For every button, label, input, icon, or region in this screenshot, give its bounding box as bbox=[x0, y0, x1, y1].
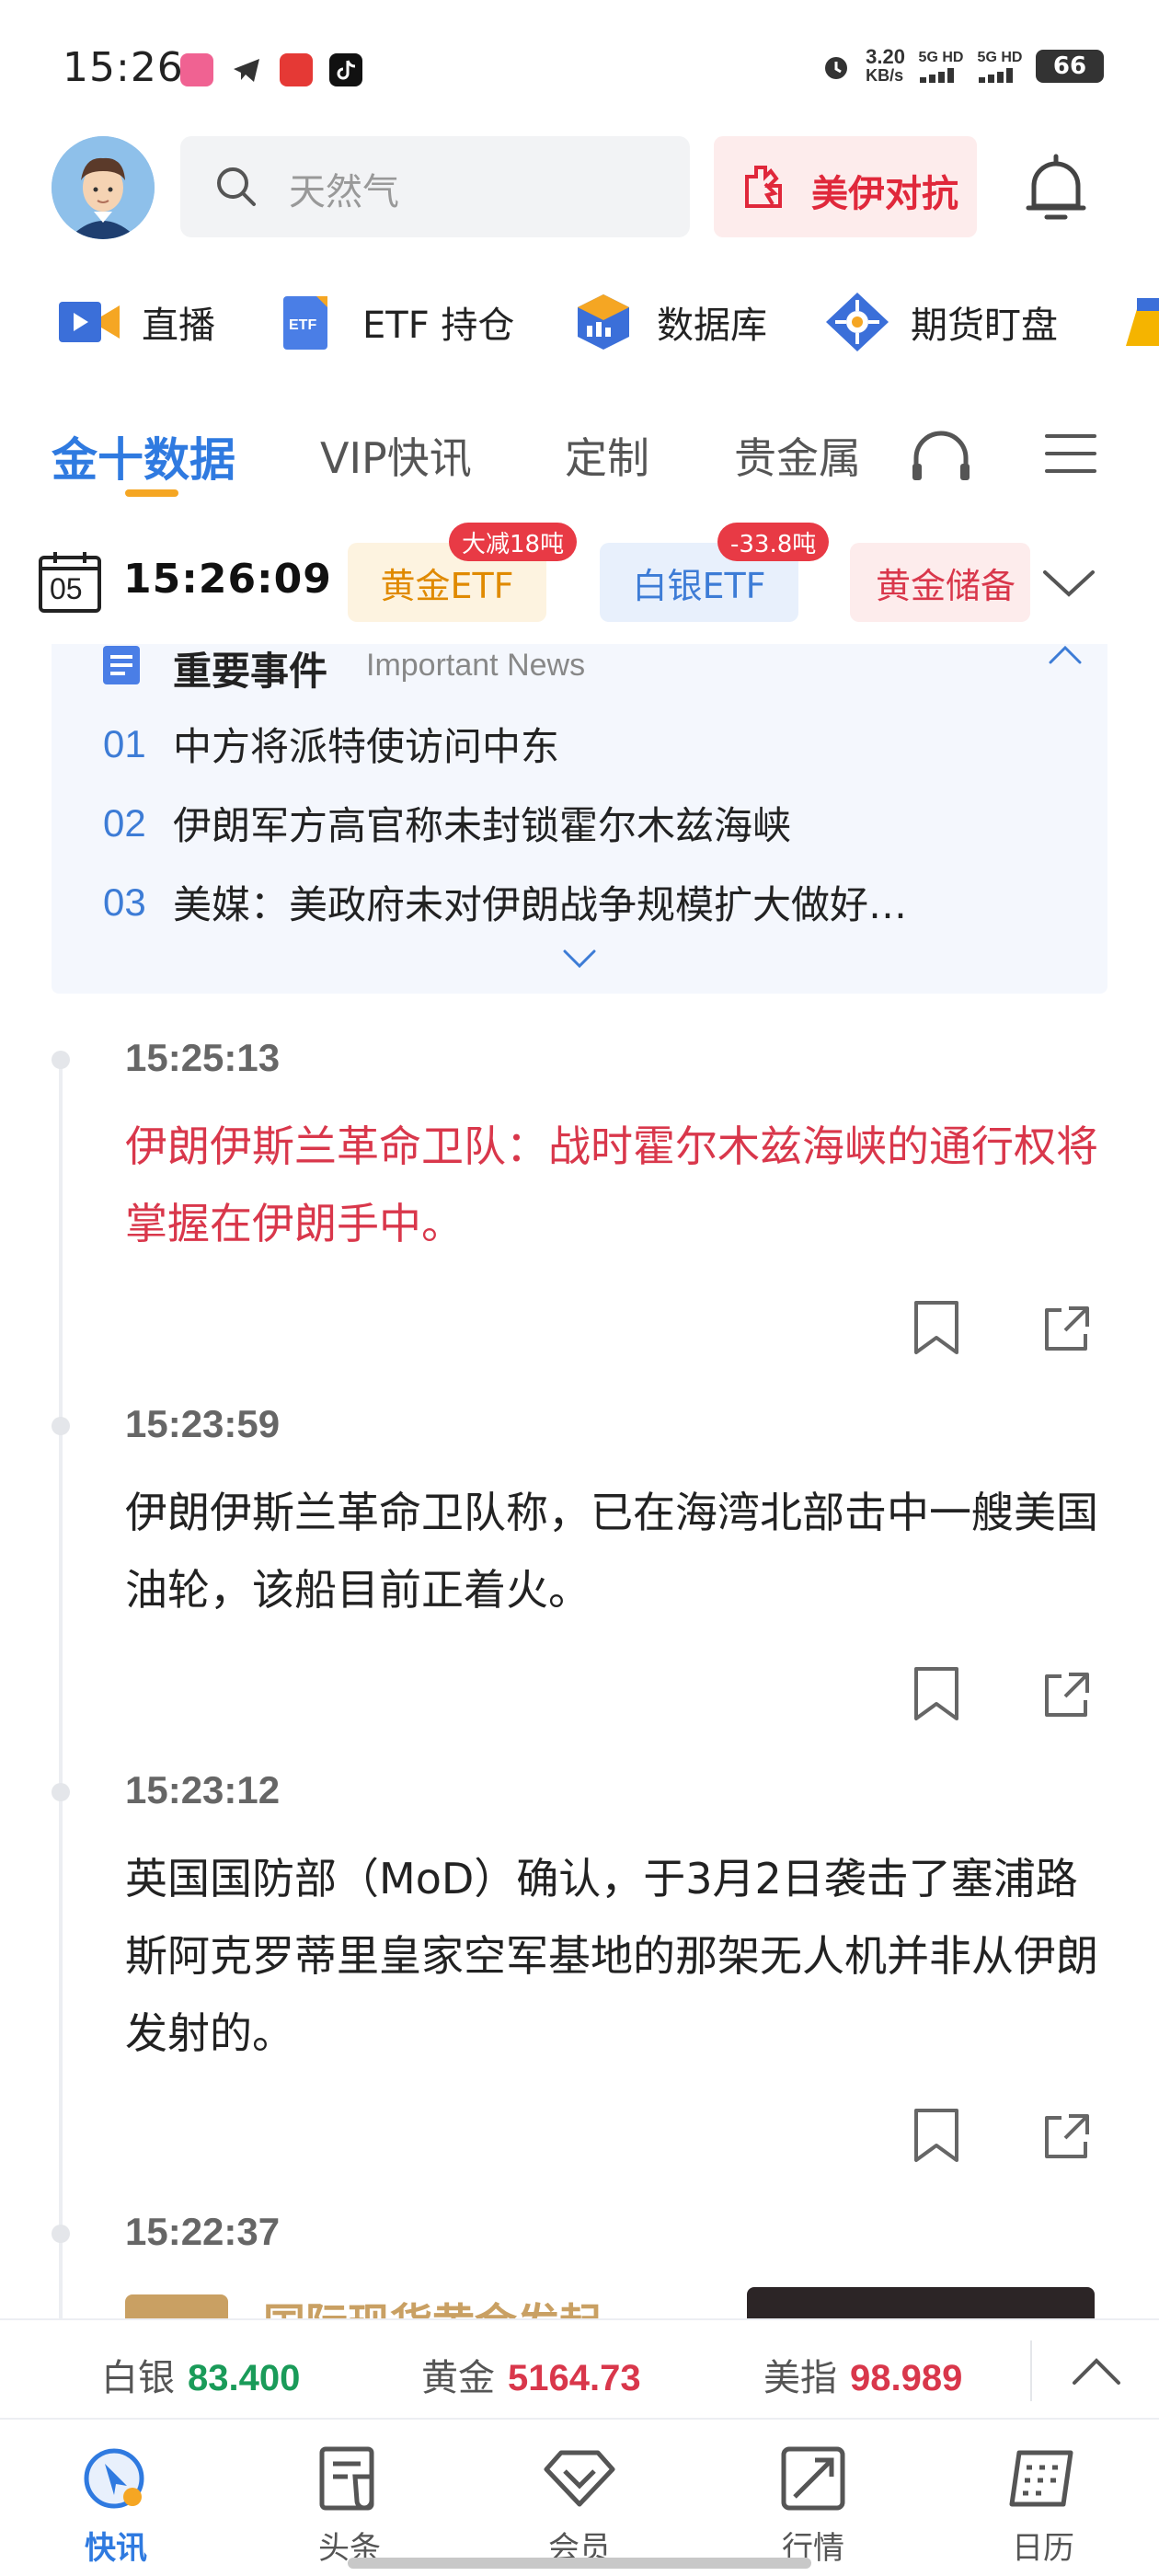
quick-entry-etf[interactable]: ETF ETF 持仓 bbox=[276, 291, 514, 353]
bottom-nav: 快讯 头条 会员 行情 日历 bbox=[0, 2421, 1159, 2576]
futures-icon bbox=[826, 293, 889, 351]
fist-icon bbox=[745, 166, 782, 208]
bell-icon[interactable] bbox=[1021, 149, 1091, 226]
bookmark-icon[interactable] bbox=[911, 2107, 962, 2164]
video-icon bbox=[59, 302, 120, 342]
vip-badge bbox=[125, 2294, 228, 2318]
database-icon bbox=[578, 294, 629, 350]
status-bar: 15:26 3.20 KB/s 5G HD 5G HD 66 bbox=[0, 0, 1159, 129]
signal-bars-icon bbox=[979, 68, 1013, 83]
timeline-dot bbox=[52, 1417, 70, 1435]
bookmark-icon[interactable] bbox=[911, 1665, 962, 1722]
ticker-divider bbox=[1030, 2340, 1032, 2401]
gold-etf-badge: 大减18吨 bbox=[449, 523, 578, 561]
chevron-down-icon[interactable] bbox=[559, 944, 600, 972]
news-text: 国际现货黄金发起 bbox=[263, 2291, 602, 2318]
important-news-item[interactable]: 01 中方将派特使访问中东 bbox=[103, 716, 559, 772]
headline-icon bbox=[319, 2446, 374, 2511]
gold-reserve-pill[interactable]: 黄金储备 bbox=[850, 543, 1030, 622]
signal-1: 5G HD bbox=[918, 50, 964, 83]
vip-news-preview[interactable]: 国际现货黄金发起 bbox=[125, 2285, 1095, 2318]
silver-etf-badge: -33.8吨 bbox=[717, 523, 830, 561]
signal-2: 5G HD bbox=[977, 50, 1023, 83]
news-time: 15:23:59 bbox=[125, 1402, 281, 1445]
calendar-day-icon[interactable]: 05 bbox=[37, 548, 103, 615]
member-icon bbox=[544, 2450, 615, 2507]
alarm-icon bbox=[825, 57, 848, 79]
news-time: 15:23:12 bbox=[125, 1768, 281, 1811]
quick-entries: 直播 ETF ETF 持仓 数据库 期货盯盘 bbox=[0, 276, 1159, 368]
important-news-item[interactable]: 02 伊朗军方高官称未封锁霍尔木兹海峡 bbox=[103, 795, 791, 851]
search-placeholder: 天然气 bbox=[289, 171, 399, 213]
data-bar: 05 15:26:09 黄金ETF 大减18吨 白银ETF -33.8吨 黄金储… bbox=[0, 523, 1159, 638]
tiktok-icon bbox=[329, 53, 362, 86]
timeline-dot bbox=[52, 1051, 70, 1069]
timeline-line bbox=[59, 1058, 63, 2318]
share-icon[interactable] bbox=[1041, 2110, 1093, 2162]
promo-label: 美伊对抗 bbox=[811, 173, 958, 215]
menu-icon[interactable] bbox=[1043, 431, 1098, 477]
news-text[interactable]: 英国国防部（MoD）确认，于3月2日袭击了塞浦路斯阿克罗蒂里皇家空军基地的那架无… bbox=[125, 1840, 1109, 2072]
active-tab-indicator bbox=[125, 489, 178, 497]
news-text[interactable]: 伊朗伊斯兰革命卫队称，已在海湾北部击中一艘美国油轮，该船目前正着火。 bbox=[125, 1474, 1109, 1628]
share-icon[interactable] bbox=[1041, 1669, 1093, 1720]
signal-bars-icon bbox=[920, 68, 954, 83]
calendar-icon bbox=[1009, 2450, 1073, 2507]
app-icon-pink bbox=[180, 53, 213, 86]
calendar-day: 05 bbox=[50, 572, 83, 605]
promo-button[interactable]: 美伊对抗 bbox=[714, 136, 977, 237]
important-news-panel: 重要事件 Important News 01 中方将派特使访问中东 02 伊朗军… bbox=[52, 644, 1107, 994]
important-news-item[interactable]: 03 美媒：美政府未对伊朗战争规模扩大做好… bbox=[103, 874, 907, 930]
tab-custom[interactable]: 定制 bbox=[565, 425, 649, 486]
search-bar[interactable]: 天然气 bbox=[180, 136, 690, 237]
quick-entry-futures[interactable]: 期货盯盘 bbox=[824, 291, 1058, 353]
svg-text:ETF: ETF bbox=[289, 317, 316, 333]
status-indicators: 3.20 KB/s 5G HD 5G HD 66 bbox=[820, 45, 1104, 86]
price-ticker: 白银 83.400 黄金 5164.73 美指 98.989 bbox=[0, 2318, 1159, 2420]
telegram-icon bbox=[230, 53, 263, 86]
timeline-dot bbox=[52, 1783, 70, 1801]
quick-entry-database[interactable]: 数据库 bbox=[570, 291, 767, 353]
home-indicator[interactable] bbox=[348, 2558, 811, 2569]
news-thumbnail bbox=[747, 2287, 1095, 2318]
search-icon bbox=[217, 167, 256, 206]
app-icon-red bbox=[280, 53, 313, 86]
battery-indicator: 66 bbox=[1036, 50, 1104, 83]
ticker-gold[interactable]: 黄金 5164.73 bbox=[421, 2348, 641, 2401]
news-list-icon bbox=[103, 646, 140, 684]
tab-vip-flash[interactable]: VIP快讯 bbox=[320, 425, 472, 486]
quick-entry-more[interactable] bbox=[1122, 291, 1159, 353]
tab-precious-metals[interactable]: 贵金属 bbox=[734, 425, 861, 486]
nav-headlines[interactable]: 头条 bbox=[276, 2440, 423, 2568]
chevron-up-icon[interactable] bbox=[1071, 2355, 1122, 2386]
nav-market[interactable]: 行情 bbox=[740, 2440, 887, 2568]
status-time: 15:26 bbox=[63, 44, 184, 91]
news-text[interactable]: 伊朗伊斯兰革命卫队：战时霍尔木兹海峡的通行权将掌握在伊朗手中。 bbox=[125, 1108, 1109, 1262]
net-speed: 3.20 KB/s bbox=[866, 45, 905, 86]
timeline-dot bbox=[52, 2225, 70, 2243]
quick-entry-live[interactable]: 直播 bbox=[55, 291, 215, 353]
data-time: 15:26:09 bbox=[123, 556, 332, 603]
nav-flash-news[interactable]: 快讯 bbox=[42, 2440, 189, 2568]
gold-bar-icon bbox=[1126, 298, 1159, 346]
nav-membership[interactable]: 会员 bbox=[506, 2440, 653, 2568]
nav-calendar[interactable]: 日历 bbox=[970, 2440, 1117, 2568]
bookmark-icon[interactable] bbox=[911, 1299, 962, 1356]
avatar-icon bbox=[52, 136, 155, 239]
ticker-usd-index[interactable]: 美指 98.989 bbox=[763, 2348, 962, 2401]
ticker-silver[interactable]: 白银 83.400 bbox=[101, 2348, 300, 2401]
news-time: 15:22:37 bbox=[125, 2210, 281, 2253]
important-news-title: 重要事件 bbox=[173, 649, 328, 694]
chevron-down-icon[interactable] bbox=[1039, 559, 1098, 605]
etf-icon: ETF bbox=[283, 296, 327, 350]
share-icon[interactable] bbox=[1041, 1303, 1093, 1354]
flash-news-icon bbox=[84, 2448, 144, 2509]
market-icon bbox=[781, 2446, 845, 2511]
chevron-up-icon[interactable] bbox=[1045, 640, 1085, 668]
important-news-subtitle: Important News bbox=[366, 648, 586, 683]
user-avatar[interactable] bbox=[52, 136, 155, 239]
headphones-icon[interactable] bbox=[909, 429, 973, 484]
news-time: 15:25:13 bbox=[125, 1036, 281, 1079]
tab-jin10-data[interactable]: 金十数据 bbox=[52, 423, 235, 489]
